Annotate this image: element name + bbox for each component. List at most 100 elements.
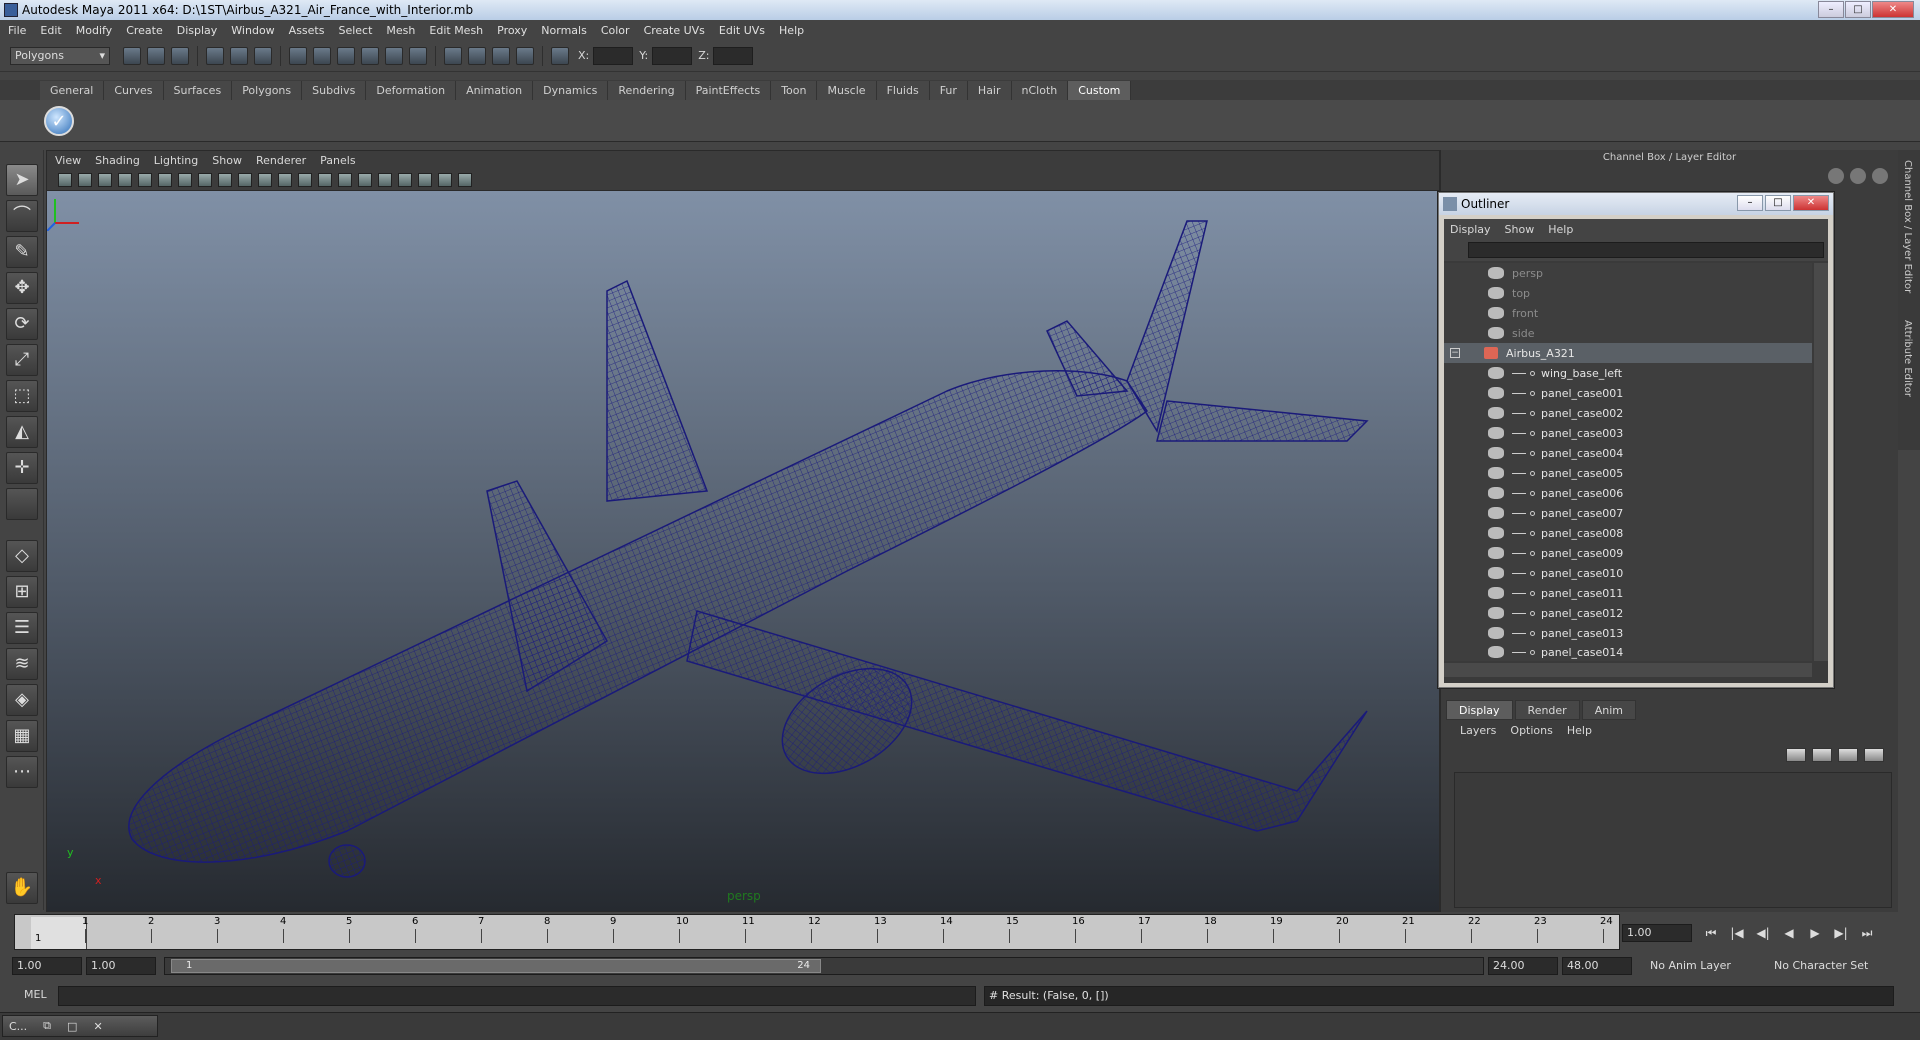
textured-icon[interactable] — [338, 172, 352, 187]
hypershade-layout-icon[interactable]: ◈ — [6, 684, 38, 716]
side-tab-attribute-editor[interactable]: Attribute Editor — [1902, 320, 1913, 397]
outliner-item-child[interactable]: panel_case002 — [1444, 403, 1812, 423]
menu-edit[interactable]: Edit — [40, 24, 61, 37]
grid-toggle-icon[interactable] — [138, 172, 152, 187]
mel-command-input[interactable] — [58, 986, 976, 1006]
coord-y-field[interactable] — [652, 46, 693, 65]
layer-menu-layers[interactable]: Layers — [1460, 724, 1496, 737]
menu-set-dropdown[interactable]: Polygons ▾ — [10, 46, 110, 65]
menu-proxy[interactable]: Proxy — [497, 24, 527, 37]
menu-edit-uvs[interactable]: Edit UVs — [719, 24, 765, 37]
coord-x-field[interactable] — [593, 46, 634, 65]
channels-toggle-icon[interactable] — [1828, 168, 1844, 184]
move-tool-icon[interactable]: ✥ — [6, 272, 38, 304]
shelf-tab-surfaces[interactable]: Surfaces — [163, 81, 233, 100]
shelf-tab-painteffects[interactable]: PaintEffects — [685, 81, 772, 100]
outliner-close-button[interactable]: ✕ — [1793, 195, 1829, 211]
outliner-item-child[interactable]: panel_case008 — [1444, 523, 1812, 543]
playback-end-field[interactable]: 24.00 — [1488, 957, 1558, 975]
bookmark-icon[interactable] — [98, 172, 112, 187]
layer-menu-help[interactable]: Help — [1567, 724, 1592, 737]
paint-select-tool-icon[interactable]: ✎ — [6, 236, 38, 268]
shelf-tab-rendering[interactable]: Rendering — [608, 81, 686, 100]
menu-help[interactable]: Help — [779, 24, 804, 37]
time-current-marker[interactable]: 1 — [31, 917, 87, 949]
layer-tab-anim[interactable]: Anim — [1581, 700, 1636, 720]
soft-mod-tool-icon[interactable]: ◭ — [6, 416, 38, 448]
xray-joints-icon[interactable] — [438, 172, 452, 187]
resolution-gate-icon[interactable] — [178, 172, 192, 187]
new-layer-icon[interactable] — [1786, 748, 1806, 762]
lights-icon[interactable] — [358, 172, 372, 187]
rotate-tool-icon[interactable]: ⟳ — [6, 308, 38, 340]
input-line-icon[interactable] — [551, 46, 569, 65]
outliner-item-airbus[interactable]: − Airbus_A321 — [1444, 343, 1812, 363]
history-icon[interactable] — [444, 46, 462, 65]
shelf-tab-polygons[interactable]: Polygons — [232, 81, 303, 100]
close-button[interactable]: ✕ — [1872, 1, 1914, 18]
isolate-select-icon[interactable] — [398, 172, 412, 187]
scale-tool-icon[interactable]: ⤢ — [6, 344, 38, 376]
menu-modify[interactable]: Modify — [76, 24, 112, 37]
time-slider[interactable]: 1 1 2 3 4 5 6 7 8 9 10 11 12 13 14 15 16 17 18 19 20 21 22 23 2… — [14, 914, 1620, 950]
image-plane-icon[interactable] — [118, 172, 132, 187]
side-tab-channel-box[interactable]: Channel Box / Layer Editor — [1902, 160, 1913, 293]
menu-color[interactable]: Color — [601, 24, 630, 37]
outliner-item-child[interactable]: panel_case003 — [1444, 423, 1812, 443]
outliner-menu-display[interactable]: Display — [1450, 223, 1491, 236]
gate-mask-icon[interactable] — [198, 172, 212, 187]
outliner-item-child[interactable]: panel_case006 — [1444, 483, 1812, 503]
outliner-item-child[interactable]: panel_case012 — [1444, 603, 1812, 623]
play-forward-icon[interactable]: ▶ — [1804, 924, 1826, 942]
outliner-filter-input[interactable] — [1468, 242, 1824, 258]
shelf-tab-curves[interactable]: Curves — [104, 81, 164, 100]
shelf-tab-ncloth[interactable]: nCloth — [1011, 81, 1069, 100]
maximize-button[interactable]: □ — [1845, 1, 1871, 18]
viewport-canvas[interactable]: y x persp — [47, 191, 1439, 911]
outliner-layout-icon[interactable]: ☰ — [6, 612, 38, 644]
menu-assets[interactable]: Assets — [289, 24, 325, 37]
camera-select-icon[interactable] — [58, 172, 72, 187]
film-gate-icon[interactable] — [158, 172, 172, 187]
menu-display[interactable]: Display — [177, 24, 218, 37]
menu-create[interactable]: Create — [126, 24, 163, 37]
shelf-tab-muscle[interactable]: Muscle — [817, 81, 877, 100]
play-backward-icon[interactable]: ◀ — [1778, 924, 1800, 942]
outliner-item-child[interactable]: wing_base_left — [1444, 363, 1812, 383]
collapse-icon[interactable]: − — [1450, 348, 1460, 358]
shelf-tab-hair[interactable]: Hair — [967, 81, 1012, 100]
outliner-item-child[interactable]: panel_case011 — [1444, 583, 1812, 603]
menu-mesh[interactable]: Mesh — [386, 24, 415, 37]
help-icon[interactable] — [409, 46, 427, 65]
script-language-label[interactable]: MEL — [24, 988, 47, 1001]
maximize-icon[interactable]: □ — [67, 1020, 77, 1033]
restore-icon[interactable]: ⧉ — [43, 1019, 51, 1033]
menu-window[interactable]: Window — [231, 24, 274, 37]
new-scene-icon[interactable] — [123, 46, 141, 65]
render-settings-icon[interactable] — [516, 46, 534, 65]
layer-menu-options[interactable]: Options — [1510, 724, 1552, 737]
settings-icon[interactable] — [1872, 168, 1888, 184]
outliner-item-child[interactable]: panel_case004 — [1444, 443, 1812, 463]
shelf-tab-fluids[interactable]: Fluids — [876, 81, 930, 100]
script-editor-icon[interactable]: ✋ — [6, 872, 38, 904]
select-hierarchy-icon[interactable] — [206, 46, 224, 65]
outliner-item-child[interactable]: panel_case005 — [1444, 463, 1812, 483]
character-set-dropdown[interactable]: No Character Set — [1770, 957, 1900, 975]
outliner-item-child[interactable]: panel_case007 — [1444, 503, 1812, 523]
show-manipulator-icon[interactable]: ✛ — [6, 452, 38, 484]
layer-tab-display[interactable]: Display — [1446, 700, 1513, 720]
graph-layout-icon[interactable]: ≋ — [6, 648, 38, 680]
menu-select[interactable]: Select — [338, 24, 372, 37]
menu-file[interactable]: File — [8, 24, 26, 37]
outliner-menu-show[interactable]: Show — [1505, 223, 1535, 236]
smooth-shade-icon[interactable] — [298, 172, 312, 187]
wireframe-icon[interactable] — [278, 172, 292, 187]
outliner-item-top[interactable]: top — [1444, 283, 1812, 303]
animation-end-field[interactable]: 48.00 — [1562, 957, 1632, 975]
shelf-tab-animation[interactable]: Animation — [456, 81, 534, 100]
camera-attributes-icon[interactable] — [78, 172, 92, 187]
anim-layer-dropdown[interactable]: No Anim Layer — [1646, 957, 1764, 975]
open-scene-icon[interactable] — [147, 46, 165, 65]
viewport-menu-show[interactable]: Show — [212, 154, 242, 167]
